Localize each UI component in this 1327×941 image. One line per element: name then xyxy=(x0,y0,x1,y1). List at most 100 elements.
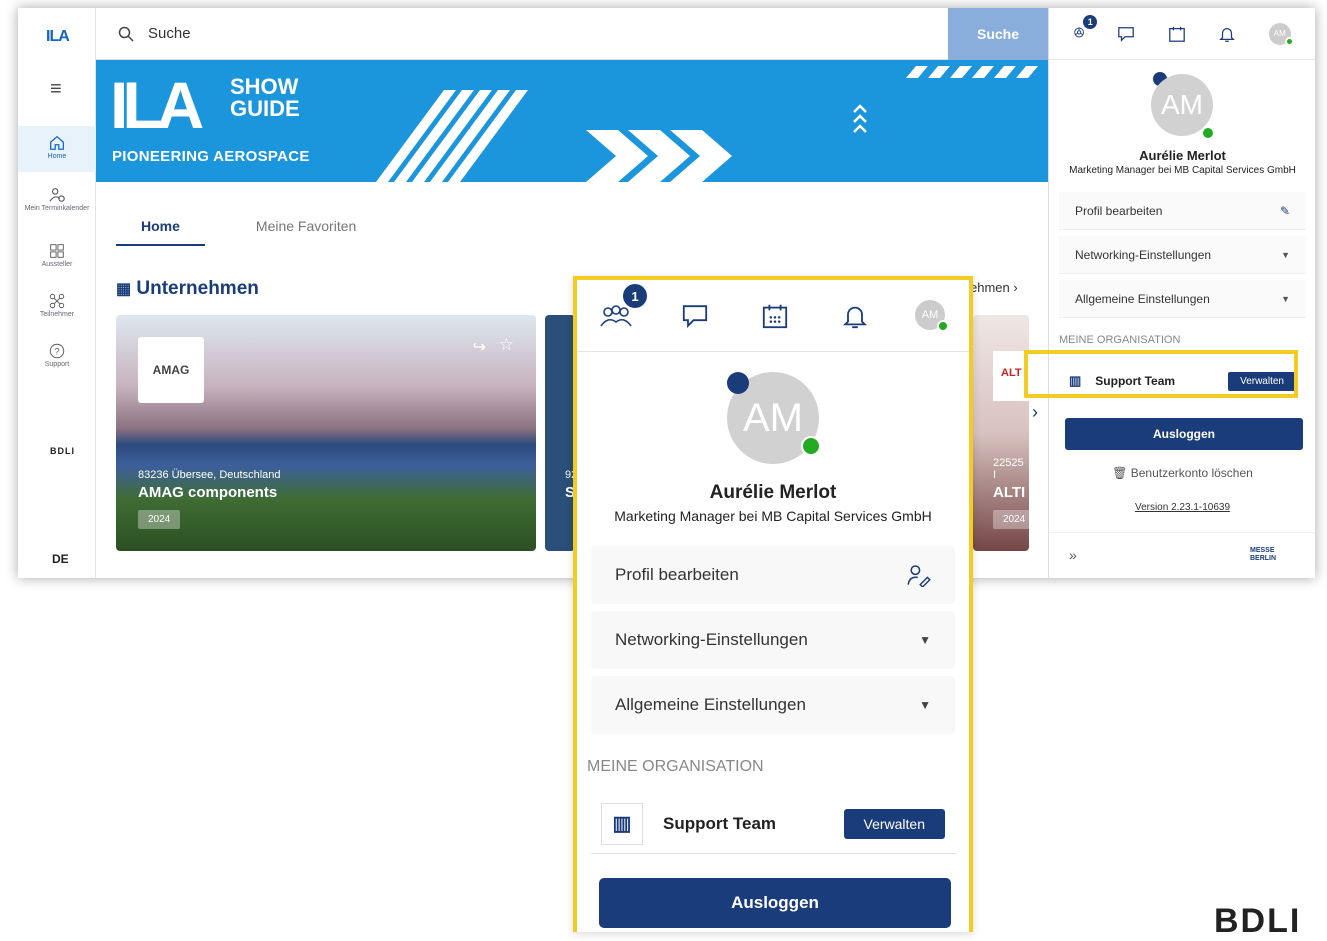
profile-panel-toolbar: ꔮ1 AM xyxy=(1049,8,1315,60)
profile-role: Marketing Manager bei MB Capital Service… xyxy=(614,508,932,524)
nav-exhibitors[interactable]: Aussteller xyxy=(18,242,96,268)
networking-settings-label: Networking-Einstellungen xyxy=(615,630,808,649)
grid-icon xyxy=(50,244,64,258)
calendar-icon[interactable] xyxy=(761,302,789,330)
edit-profile-label: Profil bearbeiten xyxy=(615,565,739,584)
year-badge: 2024 xyxy=(138,510,181,529)
profile-panel-zoom: 1 AM AM Aurélie Merlot Marketing Manager… xyxy=(573,276,973,932)
network-icon xyxy=(49,293,65,309)
tab-favorites[interactable]: Meine Favoriten xyxy=(231,206,381,244)
nav-calendar-label: Mein Terminkalender xyxy=(24,205,90,212)
messe-berlin-logo: MESSE BERLIN xyxy=(1250,547,1277,562)
networking-settings-row[interactable]: Networking-Einstellungen ▼ xyxy=(591,611,955,669)
panel-footer: » MESSE BERLIN xyxy=(1049,532,1315,578)
company-card[interactable]: ALT 22525 I ALTI 2024 xyxy=(973,315,1029,551)
notification-badge: 1 xyxy=(1083,15,1098,29)
banner-logo: ILA xyxy=(110,68,204,142)
nav-home[interactable]: Home xyxy=(18,126,96,172)
banner-decoration xyxy=(376,66,1038,182)
app-logo: ILA xyxy=(46,28,70,45)
nav-support-label: Support xyxy=(44,361,70,368)
bdli-logo: BDLI xyxy=(1214,902,1302,940)
nav-participants-label: Teilnehmer xyxy=(39,311,75,318)
calendar-icon[interactable] xyxy=(1168,25,1186,43)
networking-settings-label: Networking-Einstellungen xyxy=(1075,247,1212,262)
section-title: ▦ Unternehmen xyxy=(116,278,259,300)
online-status-dot xyxy=(801,436,821,456)
menu-icon[interactable]: ≡ xyxy=(50,78,62,101)
chevron-down-icon: ▼ xyxy=(919,698,931,712)
search-input[interactable]: Suche xyxy=(148,25,191,42)
general-settings-row[interactable]: Allgemeine Einstellungen ▼ xyxy=(1059,280,1306,318)
chevron-down-icon: ▼ xyxy=(1281,293,1290,304)
company-location: 22525 I xyxy=(993,457,1024,481)
online-status-dot xyxy=(937,320,949,332)
logout-button[interactable]: Ausloggen xyxy=(599,878,951,928)
banner-title-line1: SHOW xyxy=(230,74,299,99)
carousel-next-icon[interactable]: › xyxy=(1032,402,1038,423)
search-button[interactable]: Suche xyxy=(948,8,1048,60)
nav-home-label: Home xyxy=(47,153,67,160)
version-link[interactable]: Version 2.23.1-10639 xyxy=(1049,502,1315,513)
delete-account-link[interactable]: 🗑 Benutzerkonto löschen xyxy=(1049,466,1315,480)
avatar[interactable]: AM xyxy=(1268,22,1294,46)
collapse-icon[interactable]: » xyxy=(1069,547,1077,563)
organisation-heading: MEINE ORGANISATION xyxy=(1059,334,1181,346)
chat-icon[interactable] xyxy=(1117,25,1135,43)
chat-icon[interactable] xyxy=(681,302,709,330)
edit-profile-row[interactable]: Profil bearbeiten ✎ xyxy=(1059,192,1306,230)
organisation-row: ▥ Support Team Verwalten xyxy=(591,794,955,854)
avatar-initials: AM xyxy=(1273,29,1286,38)
online-status-dot xyxy=(1284,36,1294,46)
chevron-down-icon: ▼ xyxy=(1281,249,1290,260)
help-icon: ? xyxy=(49,343,65,359)
manage-button[interactable]: Verwalten xyxy=(843,808,945,839)
bell-icon[interactable] xyxy=(841,302,869,330)
main-tabs: Home Meine Favoriten xyxy=(116,206,407,246)
profile-panel-toolbar: 1 AM xyxy=(577,280,969,352)
avatar-initials: AM xyxy=(1161,89,1203,120)
highlight-box xyxy=(1024,350,1298,398)
bdli-logo: BDLI xyxy=(50,446,75,456)
section-more-link[interactable]: ehmen › xyxy=(970,280,1018,295)
edit-profile-row[interactable]: Profil bearbeiten xyxy=(591,546,955,604)
share-icon[interactable]: ↪ xyxy=(473,337,486,357)
star-icon[interactable]: ☆ xyxy=(499,335,514,355)
grid-icon: ▦ xyxy=(116,281,132,298)
nav-calendar[interactable]: Mein Terminkalender xyxy=(18,186,96,212)
company-card[interactable]: AMAG ↪ ☆ 83236 Übersee, Deutschland AMAG… xyxy=(116,315,536,551)
banner-title: SHOW GUIDE xyxy=(230,76,300,120)
profile-avatar: AM xyxy=(1151,74,1215,140)
tab-home[interactable]: Home xyxy=(116,206,205,246)
year-badge: 2024 xyxy=(993,510,1029,529)
company-location: 83236 Übersee, Deutschland xyxy=(138,469,281,481)
online-status-dot xyxy=(1201,126,1215,140)
company-logo: AMAG xyxy=(138,337,204,403)
profile-name: Aurélie Merlot xyxy=(709,482,837,503)
contacts-icon[interactable]: ꔮ1 xyxy=(1073,15,1098,42)
edit-profile-label: Profil bearbeiten xyxy=(1075,203,1163,218)
profile-panel: ꔮ1 AM AM Aurélie Merlot Marketing Manage… xyxy=(1048,8,1315,578)
logout-button[interactable]: Ausloggen xyxy=(1065,418,1303,450)
search-icon xyxy=(118,26,134,42)
language-switch[interactable]: DE xyxy=(52,552,69,566)
profile-role: Marketing Manager bei MB Capital Service… xyxy=(1069,165,1296,176)
networking-settings-row[interactable]: Networking-Einstellungen ▼ xyxy=(1059,236,1306,274)
general-settings-row[interactable]: Allgemeine Einstellungen ▼ xyxy=(591,676,955,734)
banner-title-line2: GUIDE xyxy=(230,96,300,121)
nav-participants[interactable]: Teilnehmer xyxy=(18,292,96,318)
avatar-initials: AM xyxy=(743,395,803,440)
home-icon xyxy=(50,135,64,150)
section-title-text: Unternehmen xyxy=(136,278,259,299)
avatar-initials: AM xyxy=(921,309,939,321)
edit-user-icon: ✎ xyxy=(1279,203,1290,218)
company-card[interactable]: 92 S xyxy=(545,315,575,551)
bell-icon[interactable] xyxy=(1218,25,1236,43)
nav-support[interactable]: ? Support xyxy=(18,342,96,368)
organisation-heading: MEINE ORGANISATION xyxy=(587,758,764,775)
avatar[interactable]: AM xyxy=(915,300,949,332)
briefcase-icon xyxy=(727,372,749,394)
company-name: AMAG components xyxy=(138,484,278,501)
chevron-down-icon: ▼ xyxy=(919,633,931,647)
general-settings-label: Allgemeine Einstellungen xyxy=(615,695,806,714)
